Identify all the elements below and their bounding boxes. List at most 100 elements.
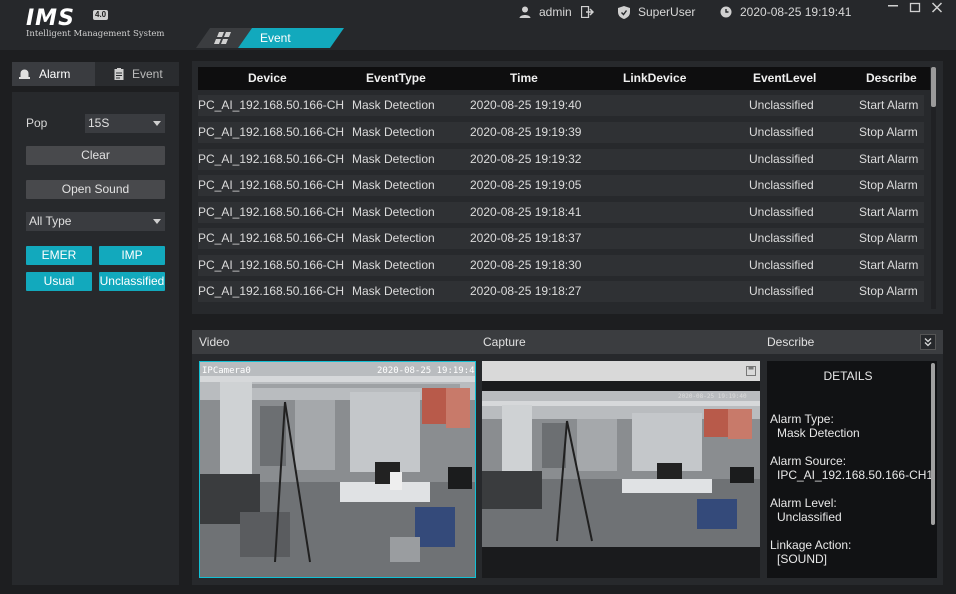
filter-usual-button[interactable]: Usual xyxy=(26,272,92,291)
capture-toolbar xyxy=(482,361,760,381)
clipboard-icon xyxy=(114,68,124,80)
table-row[interactable]: PC_AI_192.168.50.166-CH Mask Detection 2… xyxy=(198,95,924,116)
cell-event-level: Unclassified xyxy=(749,231,814,245)
video-preview[interactable]: IPCamera0 2020-08-25 19:19:40 xyxy=(199,361,476,578)
column-event-level[interactable]: EventLevel xyxy=(753,67,816,90)
logo-subtitle: Intelligent Management System xyxy=(26,29,165,39)
cell-event-type: Mask Detection xyxy=(352,258,435,272)
event-type-select[interactable]: All Type xyxy=(26,212,165,231)
title-bar: IMS 4.0 Intelligent Management System Ev… xyxy=(0,0,956,50)
clock-info: 2020-08-25 19:19:41 xyxy=(720,4,851,20)
capture-image: 2020-08-25 19:19:40 xyxy=(482,391,760,547)
cell-describe: Stop Alarm xyxy=(859,231,918,245)
cell-device: PC_AI_192.168.50.166-CH xyxy=(198,258,345,272)
cell-device: PC_AI_192.168.50.166-CH xyxy=(198,205,345,219)
table-row[interactable]: PC_AI_192.168.50.166-CH Mask Detection 2… xyxy=(198,255,924,276)
cell-time: 2020-08-25 19:19:40 xyxy=(470,98,582,112)
table-scrollbar-thumb[interactable] xyxy=(931,67,936,107)
maximize-button[interactable] xyxy=(904,0,926,16)
cell-describe: Start Alarm xyxy=(859,258,919,272)
collapse-button[interactable] xyxy=(920,334,936,350)
linkage-action-value: [SOUND] xyxy=(777,552,828,566)
table-scrollbar[interactable] xyxy=(931,67,936,309)
video-label: Video xyxy=(199,335,230,349)
cell-time: 2020-08-25 19:19:39 xyxy=(470,125,582,139)
capture-label: Capture xyxy=(483,335,526,349)
filter-imp-button[interactable]: IMP xyxy=(99,246,165,265)
logout-button[interactable] xyxy=(581,4,602,20)
clock-icon xyxy=(720,6,732,18)
shield-icon xyxy=(618,5,630,19)
save-icon[interactable] xyxy=(746,366,756,376)
clear-button[interactable]: Clear xyxy=(26,146,165,165)
column-device[interactable]: Device xyxy=(248,67,287,90)
video-frame-image xyxy=(200,362,475,577)
tab-alarm-label: Alarm xyxy=(39,67,71,81)
minimize-button[interactable] xyxy=(882,0,904,16)
cell-describe: Start Alarm xyxy=(859,152,919,166)
alarm-type-value: Mask Detection xyxy=(777,426,860,440)
cell-device: PC_AI_192.168.50.166-CH xyxy=(198,152,345,166)
filter-unclassified-button[interactable]: Unclassified xyxy=(99,272,165,291)
alarm-source-label: Alarm Source: xyxy=(770,454,847,468)
logout-icon xyxy=(581,6,594,18)
sidebar-tabs: Alarm Event xyxy=(12,62,179,86)
cell-event-type: Mask Detection xyxy=(352,284,435,298)
table-row[interactable]: PC_AI_192.168.50.166-CH Mask Detection 2… xyxy=(198,175,924,196)
ims-window: IMS 4.0 Intelligent Management System Ev… xyxy=(0,0,956,594)
table-row[interactable]: PC_AI_192.168.50.166-CH Mask Detection 2… xyxy=(198,149,924,170)
table-row[interactable]: PC_AI_192.168.50.166-CH Mask Detection 2… xyxy=(198,228,924,249)
column-describe[interactable]: Describe xyxy=(866,67,917,90)
grid-icon xyxy=(213,32,235,44)
filter-emer-button[interactable]: EMER xyxy=(26,246,92,265)
cell-event-type: Mask Detection xyxy=(352,125,435,139)
tab-event-sidebar[interactable]: Event xyxy=(100,62,179,86)
tab-event[interactable]: Event xyxy=(238,28,344,48)
cell-event-level: Unclassified xyxy=(749,284,814,298)
column-link-device[interactable]: LinkDevice xyxy=(623,67,686,90)
current-datetime: 2020-08-25 19:19:41 xyxy=(740,5,852,19)
cell-time: 2020-08-25 19:18:27 xyxy=(470,284,582,298)
cell-event-level: Unclassified xyxy=(749,178,814,192)
tab-alarm[interactable]: Alarm xyxy=(12,62,95,86)
logo-text: IMS xyxy=(26,6,75,31)
cell-event-type: Mask Detection xyxy=(352,152,435,166)
user-info[interactable]: admin xyxy=(519,4,572,20)
cell-device: PC_AI_192.168.50.166-CH xyxy=(198,231,345,245)
caret-down-icon xyxy=(153,219,161,224)
cell-time: 2020-08-25 19:19:32 xyxy=(470,152,582,166)
close-icon xyxy=(931,2,943,13)
event-type-value: All Type xyxy=(29,214,72,228)
open-sound-button[interactable]: Open Sound xyxy=(26,180,165,199)
logo: IMS 4.0 Intelligent Management System xyxy=(26,8,196,42)
cell-device: PC_AI_192.168.50.166-CH xyxy=(198,284,345,298)
logo-version: 4.0 xyxy=(93,10,109,20)
cell-device: PC_AI_192.168.50.166-CH xyxy=(198,125,345,139)
cell-time: 2020-08-25 19:18:30 xyxy=(470,258,582,272)
column-time[interactable]: Time xyxy=(510,67,538,90)
minimize-icon xyxy=(888,5,898,7)
cell-time: 2020-08-25 19:18:41 xyxy=(470,205,582,219)
describe-label: Describe xyxy=(767,335,815,349)
table-row[interactable]: PC_AI_192.168.50.166-CH Mask Detection 2… xyxy=(198,202,924,223)
capture-preview[interactable]: 2020-08-25 19:19:40 xyxy=(482,361,760,578)
maximize-icon xyxy=(909,2,921,13)
alarm-level-value: Unclassified xyxy=(777,510,842,524)
caret-down-icon xyxy=(153,121,161,126)
cell-time: 2020-08-25 19:19:05 xyxy=(470,178,582,192)
details-scrollbar[interactable] xyxy=(931,363,935,525)
cell-event-type: Mask Detection xyxy=(352,205,435,219)
column-event-type[interactable]: EventType xyxy=(366,67,426,90)
close-button[interactable] xyxy=(926,0,948,16)
table-row[interactable]: PC_AI_192.168.50.166-CH Mask Detection 2… xyxy=(198,122,924,143)
role-info: SuperUser xyxy=(618,4,695,20)
cell-event-level: Unclassified xyxy=(749,152,814,166)
event-table: Device EventType Time LinkDevice EventLe… xyxy=(192,61,943,314)
table-row[interactable]: PC_AI_192.168.50.166-CH Mask Detection 2… xyxy=(198,281,924,302)
user-role: SuperUser xyxy=(638,5,696,19)
cell-event-level: Unclassified xyxy=(749,258,814,272)
pop-duration-select[interactable]: 15S xyxy=(85,114,165,133)
capture-timestamp: 2020-08-25 19:19:40 xyxy=(678,393,747,400)
username: admin xyxy=(539,5,572,19)
cell-event-type: Mask Detection xyxy=(352,178,435,192)
